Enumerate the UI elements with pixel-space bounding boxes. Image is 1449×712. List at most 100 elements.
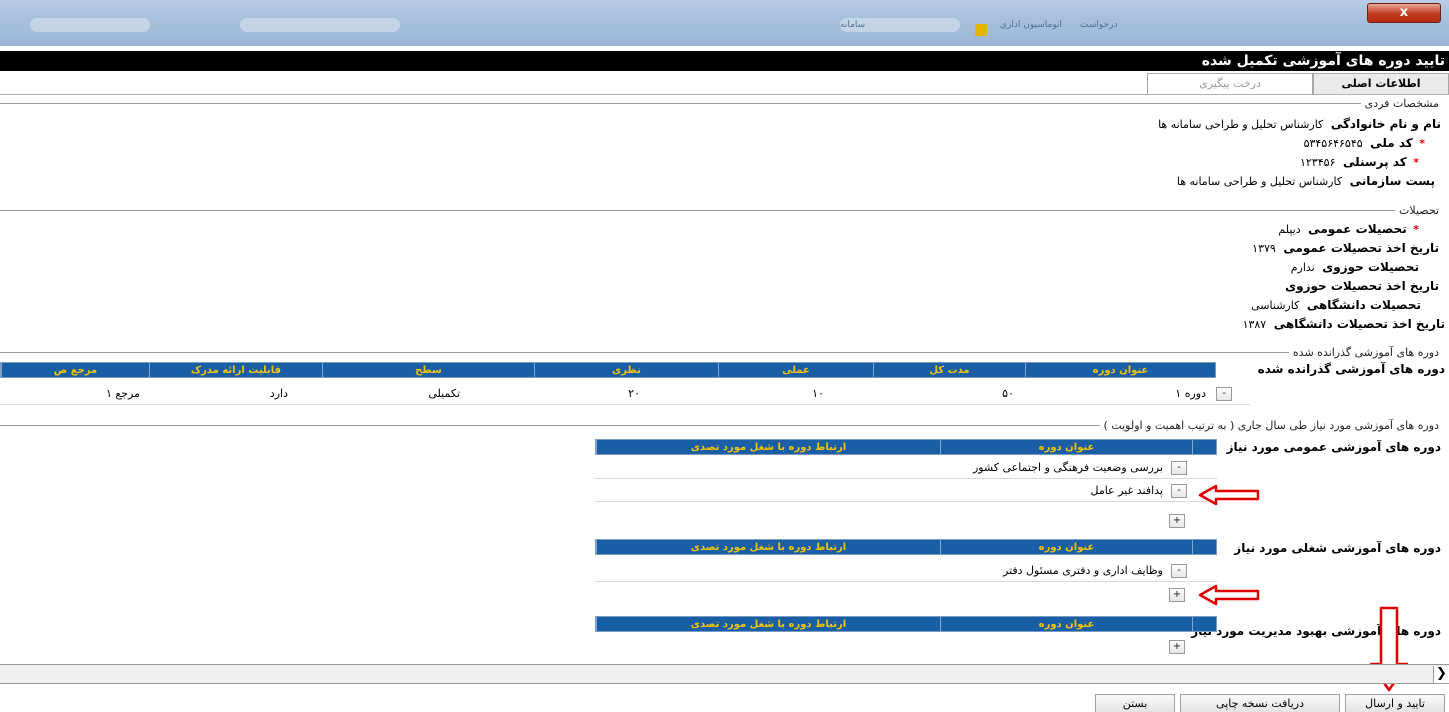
tab-strip: اطلاعات اصلی درخت پیگیری <box>1147 73 1449 95</box>
confirm-send-button[interactable]: تایید و ارسال <box>1345 694 1445 712</box>
add-general-course-button[interactable]: + <box>1169 514 1185 528</box>
field-label: پست سازمانی <box>1349 174 1435 188</box>
course-reference: مرجع ۱ <box>105 387 140 400</box>
titlebar-tab-label[interactable]: درخواست <box>1080 20 1117 30</box>
education-legend: تحصیلات <box>1395 204 1439 217</box>
required-star: * <box>1413 223 1419 236</box>
add-management-course-button[interactable]: + <box>1169 640 1185 654</box>
needed-courses-group: دوره های آموزشی مورد نیاز طی سال جاری ( … <box>0 419 1439 432</box>
tab-main-info[interactable]: اطلاعات اصلی <box>1313 73 1449 95</box>
table-row: - پدافند غیر عامل <box>595 480 1217 502</box>
field-personnel-code: * کد پرسنلی ۱۲۳۴۵۶ <box>1300 155 1419 169</box>
field-seminary-education-date: تاریخ اخذ تحصیلات حوزوی <box>1281 279 1439 293</box>
course-title: پدافند غیر عامل <box>1090 484 1163 497</box>
column-header: قابلیت ارائه مدرک <box>149 363 322 377</box>
completed-courses-legend: دوره های آموزشی گذرانده شده <box>1288 346 1439 359</box>
window-close-button[interactable]: x <box>1367 3 1441 23</box>
column-header: ارتباط دوره با شغل مورد تصدی <box>596 440 940 454</box>
field-label: کد ملی <box>1370 136 1413 150</box>
completed-courses-group: دوره های آموزشی گذرانده شده <box>0 346 1439 359</box>
column-header: عملی <box>718 363 873 377</box>
column-header: عنوان دوره <box>1025 363 1215 377</box>
course-theory-hours: ۲۰ <box>628 387 640 400</box>
course-total-hours: ۵۰ <box>1002 387 1014 400</box>
field-value: کارشناسی <box>1251 299 1300 312</box>
close-button[interactable]: بستن <box>1095 694 1175 712</box>
field-value: ۱۳۸۷ <box>1242 318 1267 331</box>
column-header: نظری <box>534 363 718 377</box>
required-star: * <box>1413 156 1419 169</box>
personal-info-legend: مشخصات فردی <box>1360 97 1439 110</box>
column-header: ارتباط دوره با شغل مورد تصدی <box>596 540 940 554</box>
titlebar-tab-label[interactable]: سامانه <box>840 20 865 30</box>
job-courses-title: دوره های آموزشی شغلی مورد نیاز <box>1234 541 1441 555</box>
field-national-id: * کد ملی ۵۳۴۵۶۴۶۵۴۵ <box>1304 136 1425 150</box>
remove-row-button[interactable]: - <box>1171 484 1187 498</box>
tab-tracking-tree[interactable]: درخت پیگیری <box>1147 73 1313 95</box>
annotation-arrow-left <box>1198 484 1260 506</box>
field-label: تحصیلات حوزوی <box>1322 260 1419 274</box>
remove-row-button[interactable]: - <box>1216 387 1232 401</box>
titlebar-blur <box>30 18 150 32</box>
window-titlebar: اتوماسیون اداری سامانه درخواست x <box>0 0 1449 46</box>
field-label: تحصیلات دانشگاهی <box>1306 298 1421 312</box>
personal-info-group: مشخصات فردی <box>0 97 1439 110</box>
titlebar-blur <box>240 18 400 32</box>
field-value: ۱۳۷۹ <box>1252 242 1276 255</box>
needed-courses-legend: دوره های آموزشی مورد نیاز طی سال جاری ( … <box>1099 419 1439 432</box>
field-university-education: تحصیلات دانشگاهی کارشناسی <box>1251 298 1421 312</box>
field-full-name: نام و نام خانوادگی کارشناس تحلیل و طراحی… <box>1158 117 1441 131</box>
management-courses-header: عنوان دوره ارتباط دوره با شغل مورد تصدی <box>595 616 1217 632</box>
course-level: تکمیلی <box>428 387 460 400</box>
general-courses-title: دوره های آموزشی عمومی مورد نیاز <box>1226 440 1441 454</box>
table-row: - دوره ۱ ۵۰ ۱۰ ۲۰ تکمیلی دارد مرجع ۱ <box>0 383 1250 405</box>
field-label: تاریخ اخذ تحصیلات حوزوی <box>1285 279 1439 293</box>
annotation-arrow-left <box>1198 584 1260 606</box>
remove-row-button[interactable]: - <box>1171 461 1187 475</box>
column-header: عنوان دوره <box>940 440 1192 454</box>
table-row: - بررسی وضعیت فرهنگی و اجتماعی کشور <box>595 457 1217 479</box>
column-header: سطح <box>322 363 534 377</box>
titlebar-tab-label[interactable]: اتوماسیون اداری <box>1000 20 1062 30</box>
scroll-right-arrow-icon[interactable]: ❯ <box>1433 666 1449 683</box>
field-value: ۵۳۴۵۶۴۶۵۴۵ <box>1303 137 1363 150</box>
course-certificate: دارد <box>269 387 288 400</box>
required-star: * <box>1419 137 1425 150</box>
add-job-course-button[interactable]: + <box>1169 588 1185 602</box>
column-header: عنوان دوره <box>940 540 1192 554</box>
field-value: دیپلم <box>1278 223 1301 236</box>
field-position: پست سازمانی کارشناس تحلیل و طراحی سامانه… <box>1177 174 1435 188</box>
course-title: دوره ۱ <box>1175 387 1206 400</box>
tab-divider <box>0 94 1449 95</box>
page-title: تایید دوره های آموزشی تکمیل شده <box>0 51 1449 71</box>
column-header: مرجع ص <box>1 363 149 377</box>
table-row: - وظایف اداری و دفتری مسئول دفتر <box>595 560 1217 582</box>
column-header: مدت کل <box>873 363 1025 377</box>
completed-courses-title: دوره های آموزشی گذرانده شده <box>1257 362 1445 376</box>
field-label: کد پرسنلی <box>1342 155 1407 169</box>
completed-courses-header: عنوان دوره مدت کل عملی نظری سطح قابلیت ا… <box>0 362 1216 378</box>
course-title: بررسی وضعیت فرهنگی و اجتماعی کشور <box>972 461 1163 474</box>
field-value: کارشناس تحلیل و طراحی سامانه ها <box>1176 175 1343 188</box>
course-practical-hours: ۱۰ <box>812 387 824 400</box>
print-version-button[interactable]: دریافت نسخه چاپی <box>1180 694 1340 712</box>
course-title: وظایف اداری و دفتری مسئول دفتر <box>1003 564 1163 577</box>
column-header-blank <box>1192 540 1216 554</box>
warning-icon <box>975 24 987 36</box>
remove-row-button[interactable]: - <box>1171 564 1187 578</box>
field-value: ندارم <box>1290 261 1315 274</box>
field-value: ۱۲۳۴۵۶ <box>1299 156 1336 169</box>
horizontal-scrollbar[interactable]: ❯ <box>0 664 1449 684</box>
general-courses-header: عنوان دوره ارتباط دوره با شغل مورد تصدی <box>595 439 1217 455</box>
field-general-education: * تحصیلات عمومی دیپلم <box>1278 222 1419 236</box>
field-label: تحصیلات عمومی <box>1308 222 1407 236</box>
column-header: ارتباط دوره با شغل مورد تصدی <box>596 617 940 631</box>
education-group: تحصیلات <box>0 204 1439 217</box>
field-university-education-date: تاریخ اخذ تحصیلات دانشگاهی ۱۳۸۷ <box>1243 317 1445 331</box>
field-label: تاریخ اخذ تحصیلات دانشگاهی <box>1273 317 1445 331</box>
field-seminary-education: تحصیلات حوزوی ندارم <box>1291 260 1419 274</box>
field-value: کارشناس تحلیل و طراحی سامانه ها <box>1158 118 1324 131</box>
column-header-blank <box>1192 617 1216 631</box>
field-general-education-date: تاریخ اخذ تحصیلات عمومی ۱۳۷۹ <box>1252 241 1439 255</box>
column-header: عنوان دوره <box>940 617 1192 631</box>
